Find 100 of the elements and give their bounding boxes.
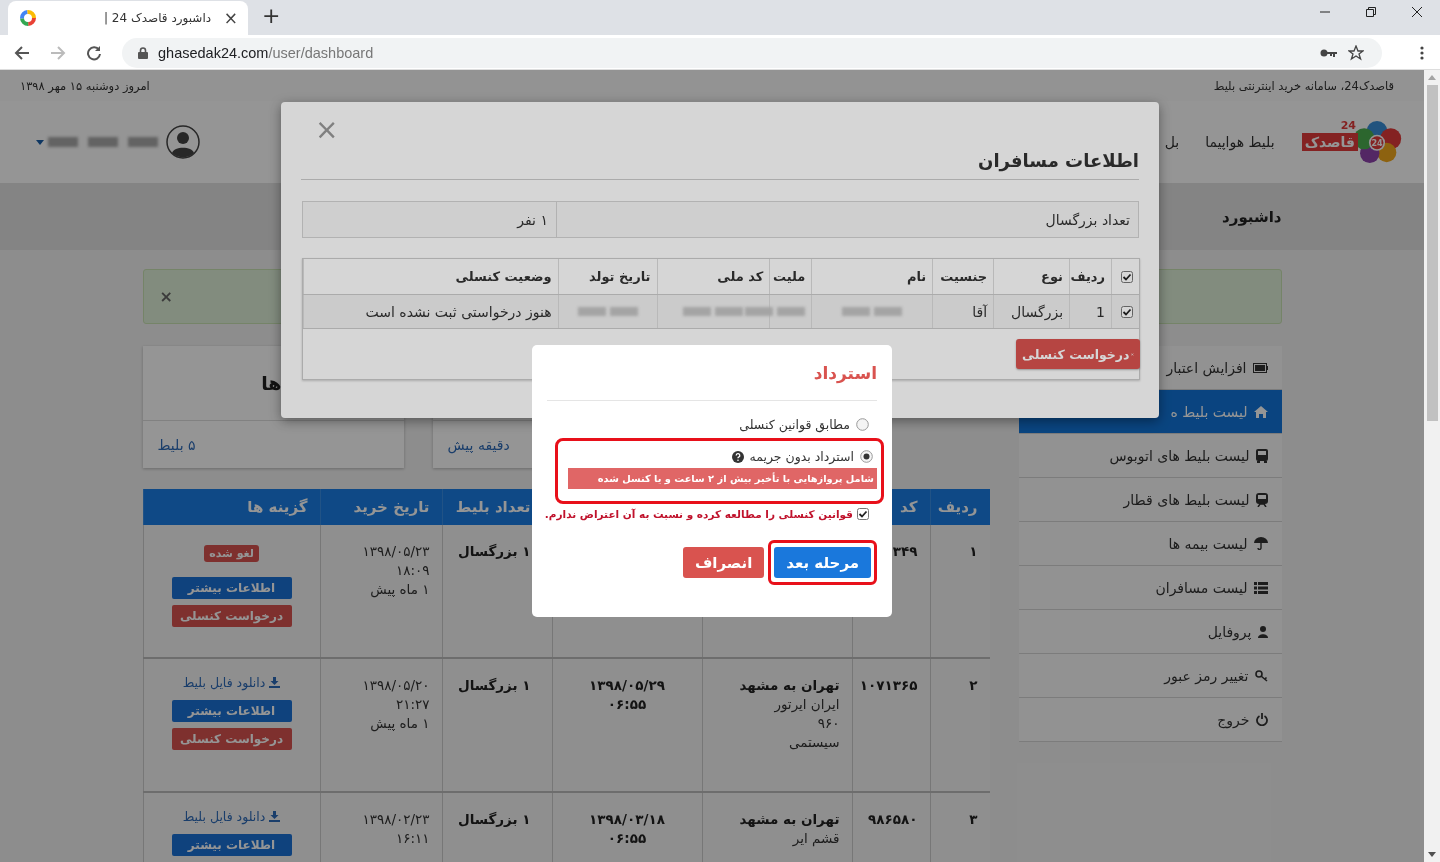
table-cell-text: تهران به مشهد: [738, 811, 840, 827]
next-step-button[interactable]: مرحله بعد: [774, 547, 871, 578]
table-cell-text: ۱ ماه پیش: [369, 715, 430, 731]
column-header: ردیف: [1070, 269, 1105, 284]
tooltip: شامل پروازهایی با تأخیر بیش از ۲ ساعت و یا کنسل شده: [568, 468, 877, 489]
home-icon: [1253, 405, 1268, 418]
sidebar-item[interactable]: پروفایل: [1018, 610, 1282, 654]
close-alert-button[interactable]: ×: [159, 287, 173, 306]
download-icon: [269, 677, 281, 688]
column-header: تاریخ خرید: [353, 498, 430, 516]
download-link[interactable]: دانلود فایل بلیط: [182, 675, 281, 690]
avatar-icon[interactable]: [166, 125, 200, 159]
reload-icon[interactable]: [86, 44, 102, 61]
lock-icon: [138, 46, 148, 59]
table-cell: ۰۶:۵۵: [607, 830, 647, 846]
column-header: وضعیت کنسلی: [455, 269, 552, 284]
table-cell: آقا: [972, 303, 988, 320]
table-cell: ۱ بزرگسال: [457, 543, 531, 559]
card-link[interactable]: ۵ بلیط: [157, 436, 196, 453]
table-cell-text: تهران به مشهد: [738, 677, 840, 693]
sidebar-item[interactable]: خروج: [1018, 698, 1282, 742]
user-icon: [1257, 625, 1268, 638]
download-icon: [269, 811, 281, 822]
radio-label[interactable]: مطابق قوانین کنسلی: [739, 417, 850, 432]
sidebar-item[interactable]: لیست بلیط های قطار: [1018, 478, 1282, 522]
radio-button[interactable]: [856, 418, 869, 431]
page-title: داشبورد: [1222, 208, 1282, 226]
card-icon: [1252, 362, 1268, 373]
sidebar-item[interactable]: تغییر رمز عبور: [1018, 654, 1282, 698]
table-cell-text: ۱۳۹۸/۰۲/۲۳: [361, 811, 430, 827]
browser-logo-icon: [20, 10, 36, 26]
tab-title: داشبورد قاصدک 24 |: [103, 11, 213, 25]
column-header: نوع: [1041, 269, 1063, 284]
table-cell-text: ۱۳۹۸/۰۵/۲۳: [361, 543, 430, 559]
table-cell-text: ۹۶۰: [816, 715, 840, 731]
download-link[interactable]: دانلود فایل بلیط: [182, 809, 281, 824]
scrollbar-thumb[interactable]: [1426, 85, 1438, 421]
nav-link[interactable]: بل: [1164, 134, 1180, 150]
more-info-button[interactable]: اطلاعات بیشتر: [171, 700, 292, 722]
restore-icon[interactable]: [1365, 5, 1377, 18]
checkbox[interactable]: [857, 508, 869, 520]
logo-number: 24: [1340, 119, 1356, 132]
cancel-request-button[interactable]: درخواست کنسلی: [171, 728, 292, 750]
status-badge: لغو شده: [204, 545, 259, 562]
back-icon[interactable]: [14, 44, 30, 61]
dialog-title: استرداد: [813, 362, 877, 383]
sidebar-item[interactable]: لیست بیمه ها: [1018, 522, 1282, 566]
cancel-request-button[interactable]: درخواست کنسلی: [171, 605, 292, 627]
table-cell-text: ۱ ماه پیش: [369, 581, 430, 597]
radio-button[interactable]: [860, 450, 873, 463]
menu-icon[interactable]: [1420, 45, 1424, 60]
caret-icon[interactable]: [36, 139, 44, 145]
help-icon[interactable]: [731, 450, 744, 463]
table-cell-text: سیستمی: [787, 734, 840, 750]
table-cell-text: ۱۸:۰۹: [394, 562, 430, 578]
browser-tab[interactable]: داشبورد قاصدک 24 | ×: [8, 1, 248, 35]
column-header: کد ملی: [717, 269, 764, 284]
summary-value: ۱ نفر: [517, 211, 548, 228]
power-icon: [1255, 713, 1268, 726]
column-header: ردیف: [937, 498, 978, 516]
column-header: جنسیت: [940, 269, 988, 284]
train-icon: [1255, 492, 1268, 507]
redacted-text: [842, 307, 903, 316]
cancel-request-button[interactable]: درخواست کنسلی: [1016, 339, 1140, 369]
checkbox[interactable]: [1121, 305, 1133, 318]
table-cell-text: ایران ایرتور: [773, 696, 840, 712]
site-tagline: قاصدک24، سامانه خرید اینترنتی بلیط: [1213, 78, 1394, 93]
close-tab-button[interactable]: ×: [223, 8, 238, 28]
close-icon[interactable]: [1411, 5, 1423, 18]
table-cell: هنوز درخواستی ثبت نشده است: [365, 303, 552, 320]
radio-label[interactable]: استرداد بدون جریمه: [749, 449, 854, 464]
date-text: امروز دوشنبه ۱۵ مهر ۱۳۹۸: [20, 78, 150, 93]
table-cell: ۱: [969, 543, 978, 559]
sidebar-item[interactable]: لیست بلیط های اتوبوس: [1018, 434, 1282, 478]
new-tab-button[interactable]: +: [262, 2, 281, 28]
cancel-button[interactable]: انصراف: [682, 547, 765, 578]
agreement-label[interactable]: قوانین کنسلی را مطالعه کرده و نسبت به آن اعتراض ندارم.: [544, 508, 853, 520]
table-cell: 1: [1096, 303, 1105, 320]
table-cell: ۱۳۹۸/۰۳/۱۸: [589, 811, 665, 827]
scroll-down-icon[interactable]: [1428, 852, 1436, 857]
table-cell: ۱۳۹۸/۰۵/۲۹: [589, 677, 665, 693]
column-header: ملیت: [772, 269, 806, 284]
column-header: گزینه ها: [247, 498, 308, 516]
key-icon[interactable]: [1320, 47, 1338, 58]
card-link[interactable]: دقیقه پیش: [447, 436, 510, 453]
modal-title: اطلاعات مسافران: [978, 150, 1139, 171]
column-header: تعداد بلیط: [455, 498, 531, 516]
column-header: تاریخ تولد: [589, 269, 651, 284]
checkbox[interactable]: [1121, 270, 1133, 283]
more-info-button[interactable]: اطلاعات بیشتر: [171, 577, 292, 599]
table-cell: ۳۴۹: [892, 543, 918, 559]
nav-link[interactable]: بلیط هواپیما: [1205, 134, 1275, 150]
table-cell-text: قشم ایر: [791, 830, 840, 846]
table-cell: ۰۶:۵۵: [607, 696, 647, 712]
more-info-button[interactable]: اطلاعات بیشتر: [171, 834, 292, 856]
scrollbar[interactable]: [1424, 70, 1440, 862]
sidebar-item[interactable]: لیست مسافران: [1018, 566, 1282, 610]
star-icon[interactable]: [1348, 44, 1364, 61]
summary-label: تعداد بزرگسال: [1045, 211, 1130, 228]
address-bar[interactable]: ghasedak24.com/user/dashboard: [122, 37, 1382, 68]
